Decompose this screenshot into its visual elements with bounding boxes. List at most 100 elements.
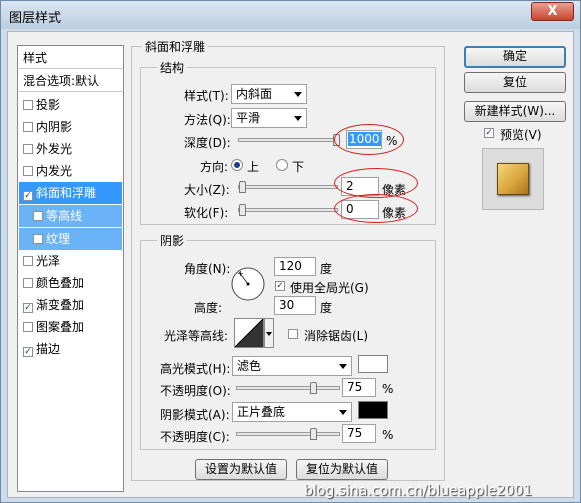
shadow-opacity-thumb[interactable] bbox=[310, 428, 317, 440]
shadow-opacity-label: 不透明度(C): bbox=[160, 430, 230, 444]
chevron-down-icon bbox=[339, 364, 347, 369]
direction-up-label[interactable]: 上 bbox=[247, 158, 259, 175]
highlight-color-swatch[interactable] bbox=[358, 355, 388, 373]
checkbox-inner-glow[interactable] bbox=[23, 166, 33, 176]
checkbox-stroke[interactable]: ✓ bbox=[23, 347, 33, 357]
checkbox-satin[interactable] bbox=[23, 256, 33, 266]
altitude-unit: 度 bbox=[320, 301, 333, 315]
altitude-input[interactable]: 30 bbox=[274, 296, 316, 315]
highlight-opacity-thumb[interactable] bbox=[310, 382, 317, 394]
style-item-outer-glow[interactable]: 外发光 bbox=[19, 138, 122, 160]
make-default-button[interactable]: 设置为默认值 bbox=[195, 459, 287, 480]
angle-dial[interactable]: + bbox=[230, 266, 266, 302]
chevron-down-icon bbox=[294, 92, 302, 97]
highlight-annotation bbox=[334, 124, 404, 155]
new-style-button[interactable]: 新建样式(W)... bbox=[464, 101, 566, 122]
style-item-inner-glow[interactable]: 内发光 bbox=[19, 160, 122, 182]
blending-options[interactable]: 混合选项:默认 bbox=[19, 70, 122, 92]
global-light-checkbox[interactable]: ✓ bbox=[275, 281, 285, 291]
style-dropdown[interactable]: 内斜面 bbox=[231, 84, 307, 104]
direction-up-radio[interactable] bbox=[231, 159, 243, 171]
preview-label[interactable]: 预览(V) bbox=[500, 126, 542, 143]
highlight-opacity-slider[interactable] bbox=[236, 382, 340, 394]
ok-button[interactable]: 确定 bbox=[464, 46, 566, 68]
gloss-contour-picker[interactable] bbox=[234, 318, 264, 348]
antialias-label[interactable]: 消除锯齿(L) bbox=[304, 327, 368, 344]
style-label: 外发光 bbox=[36, 142, 73, 156]
size-label: 大小(Z): bbox=[184, 183, 230, 197]
checkbox-gradient-overlay[interactable]: ✓ bbox=[23, 303, 33, 313]
checkbox-color-overlay[interactable] bbox=[23, 278, 33, 288]
shadow-mode-dropdown[interactable]: 正片叠底 bbox=[232, 402, 352, 422]
preview-checkbox[interactable]: ✓ bbox=[484, 128, 494, 138]
contour-linear-icon bbox=[234, 318, 264, 348]
highlight-mode-value: 滤色 bbox=[237, 359, 262, 373]
soften-slider[interactable] bbox=[238, 204, 338, 216]
highlight-opacity-label: 不透明度(O): bbox=[160, 384, 231, 398]
style-item-pattern-overlay[interactable]: 图案叠加 bbox=[19, 316, 122, 338]
style-item-drop-shadow[interactable]: 投影 bbox=[19, 94, 122, 116]
reset-button[interactable]: 复位 bbox=[464, 72, 566, 93]
highlight-opacity-unit: % bbox=[382, 382, 394, 396]
highlight-mode-label: 高光模式(H): bbox=[160, 362, 231, 376]
style-item-color-overlay[interactable]: 颜色叠加 bbox=[19, 272, 122, 294]
styles-list: 样式 混合选项:默认 投影 内阴影 外发光 内发光 ✓ 斜面和浮雕 等高线 纹理 … bbox=[17, 45, 124, 492]
gloss-contour-label: 光泽等高线: bbox=[164, 329, 229, 343]
reset-default-button[interactable]: 复位为默认值 bbox=[296, 459, 388, 480]
checkbox-bevel-emboss[interactable]: ✓ bbox=[23, 191, 33, 201]
svg-text:+: + bbox=[237, 269, 244, 278]
checkbox-contour[interactable] bbox=[33, 211, 43, 221]
checkbox-outer-glow[interactable] bbox=[23, 144, 33, 154]
size-slider-thumb[interactable] bbox=[239, 181, 246, 193]
method-value: 平滑 bbox=[236, 111, 261, 125]
direction-down-label[interactable]: 下 bbox=[292, 158, 304, 175]
style-label: 内发光 bbox=[36, 164, 73, 178]
checkbox-drop-shadow[interactable] bbox=[23, 100, 33, 110]
highlight-annotation bbox=[334, 194, 418, 223]
direction-label: 方向: bbox=[200, 160, 229, 174]
shadow-opacity-input[interactable]: 75 bbox=[342, 424, 376, 443]
title-bar: 图层样式 X bbox=[1, 1, 580, 29]
altitude-value: 30 bbox=[279, 298, 295, 312]
styles-header[interactable]: 样式 bbox=[19, 47, 122, 69]
shadow-color-swatch[interactable] bbox=[358, 401, 388, 419]
global-light-label[interactable]: 使用全局光(G) bbox=[290, 279, 369, 296]
angle-unit: 度 bbox=[320, 262, 333, 276]
style-item-inner-shadow[interactable]: 内阴影 bbox=[19, 116, 122, 138]
highlight-opacity-input[interactable]: 75 bbox=[342, 378, 376, 397]
style-label: 图案叠加 bbox=[36, 320, 85, 334]
style-item-stroke[interactable]: ✓ 描边 bbox=[19, 338, 122, 360]
antialias-checkbox[interactable] bbox=[288, 329, 298, 339]
style-value: 内斜面 bbox=[236, 87, 273, 101]
angle-input[interactable]: 120 bbox=[274, 257, 316, 276]
size-slider[interactable] bbox=[238, 181, 338, 193]
style-item-gradient-overlay[interactable]: ✓ 渐变叠加 bbox=[19, 294, 122, 316]
style-item-texture[interactable]: 纹理 bbox=[19, 228, 122, 250]
style-label: 等高线 bbox=[46, 209, 83, 223]
layer-style-dialog: 图层样式 X 样式 混合选项:默认 投影 内阴影 外发光 内发光 ✓ 斜面和浮雕 … bbox=[0, 0, 581, 503]
close-button[interactable]: X bbox=[531, 2, 574, 21]
checkbox-inner-shadow[interactable] bbox=[23, 122, 33, 132]
style-item-bevel-emboss[interactable]: ✓ 斜面和浮雕 bbox=[19, 182, 122, 204]
highlight-mode-dropdown[interactable]: 滤色 bbox=[232, 356, 352, 376]
style-item-contour[interactable]: 等高线 bbox=[19, 205, 122, 227]
style-label: 投影 bbox=[36, 98, 61, 112]
style-label: 斜面和浮雕 bbox=[36, 186, 97, 200]
depth-slider[interactable] bbox=[238, 134, 340, 146]
checkbox-texture[interactable] bbox=[33, 234, 43, 244]
structure-legend: 结构 bbox=[157, 59, 188, 76]
highlight-opacity-value: 75 bbox=[347, 380, 363, 394]
shadow-opacity-slider[interactable] bbox=[236, 428, 340, 440]
style-item-satin[interactable]: 光泽 bbox=[19, 250, 122, 272]
gloss-contour-dropdown[interactable] bbox=[264, 318, 274, 348]
depth-label: 深度(D): bbox=[184, 136, 231, 150]
preview-swatch bbox=[497, 163, 529, 195]
checkbox-pattern-overlay[interactable] bbox=[23, 322, 33, 332]
method-dropdown[interactable]: 平滑 bbox=[231, 108, 307, 128]
soften-label: 软化(F): bbox=[184, 206, 229, 220]
style-label: 光泽 bbox=[36, 254, 61, 268]
shadow-mode-value: 正片叠底 bbox=[237, 405, 286, 419]
style-label: 内阴影 bbox=[36, 120, 73, 134]
direction-down-radio[interactable] bbox=[276, 159, 288, 171]
soften-slider-thumb[interactable] bbox=[239, 204, 246, 216]
